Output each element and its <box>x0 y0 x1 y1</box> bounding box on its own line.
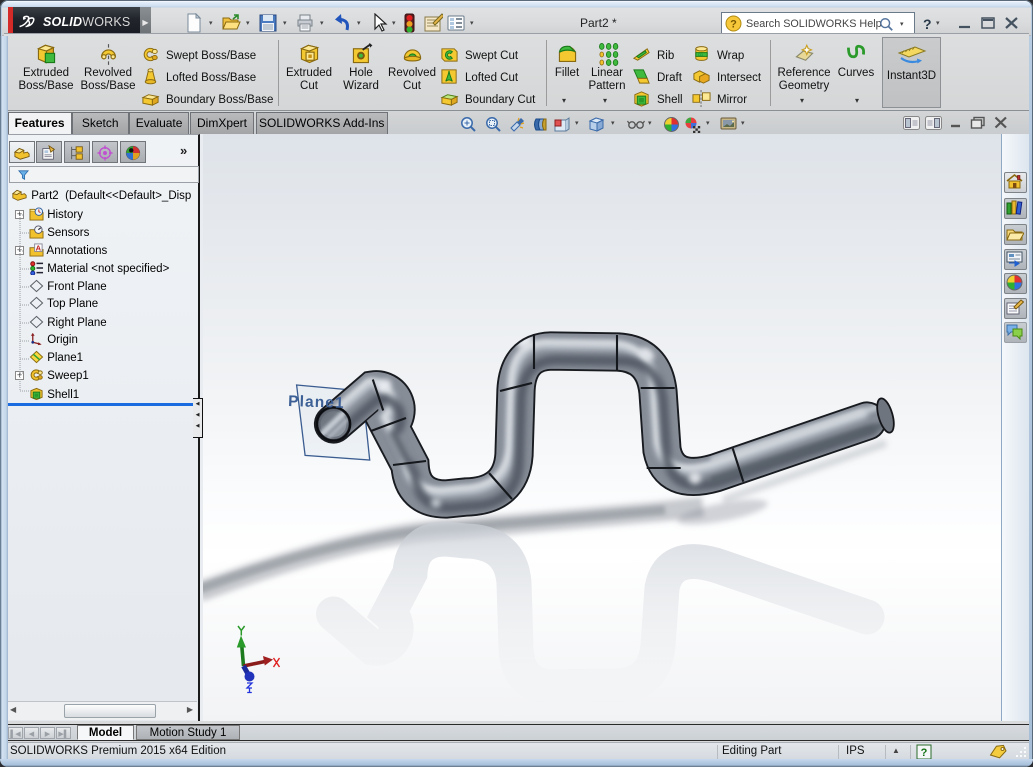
svg-text:CD: CD <box>698 53 704 57</box>
svg-text:Plane1: Plane1 <box>288 393 345 412</box>
svg-text:?: ? <box>921 747 928 759</box>
svg-text:?: ? <box>730 19 737 31</box>
